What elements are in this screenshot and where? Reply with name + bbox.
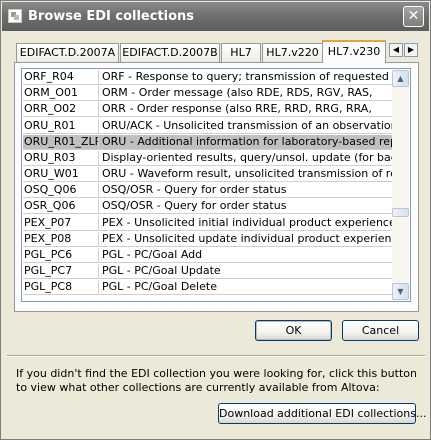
collection-code: PGL_PC8 bbox=[23, 280, 99, 294]
collection-code: ORM_O01 bbox=[23, 86, 99, 100]
collection-row[interactable]: ORU_R03 Display-oriented results, query/… bbox=[23, 151, 393, 166]
collection-description: Display-oriented results, query/unsol. u… bbox=[102, 151, 393, 164]
collection-code: PEX_P08 bbox=[23, 232, 99, 246]
download-collections-button[interactable]: Download additional EDI collections... bbox=[218, 403, 426, 424]
collection-row[interactable]: ORU_R01 ORU/ACK - Unsolicited transmissi… bbox=[23, 119, 393, 134]
collection-code: PGL_PC7 bbox=[23, 264, 99, 278]
tab-scroll-right-icon[interactable]: ▶ bbox=[404, 43, 418, 57]
collection-code: ORU_R01 bbox=[23, 119, 99, 133]
collection-description: PEX - Unsolicited update individual prod… bbox=[102, 232, 393, 245]
collection-row[interactable]: PGL_PC7 PGL - PC/Goal Update bbox=[23, 264, 393, 279]
collection-code: ORU_R01_ZLR bbox=[24, 135, 99, 149]
list-vertical-scrollbar[interactable]: ▲ ▼ bbox=[392, 70, 409, 300]
collection-code: ORU_W01 bbox=[23, 167, 99, 181]
separator bbox=[7, 355, 425, 357]
scroll-up-icon[interactable]: ▲ bbox=[392, 70, 409, 87]
scrollbar-thumb[interactable] bbox=[392, 208, 409, 217]
collection-code: PGL_PC6 bbox=[23, 248, 99, 262]
ok-button[interactable]: OK bbox=[255, 320, 332, 341]
collection-description: OSQ/OSR - Query for order status bbox=[102, 199, 287, 212]
browse-edi-dialog: Browse EDI collections ✕ EDIFACT.D.2007A… bbox=[0, 0, 431, 440]
collection-description: ORM - Order message (also RDE, RDS, RGV,… bbox=[102, 86, 373, 99]
close-icon: ✕ bbox=[407, 8, 420, 24]
collection-row[interactable]: ORM_O01 ORM - Order message (also RDE, R… bbox=[23, 86, 393, 101]
collection-row[interactable]: ORR_O02 ORR - Order response (also RRE, … bbox=[23, 102, 393, 117]
close-button[interactable]: ✕ bbox=[403, 6, 424, 27]
window-app-icon bbox=[8, 9, 22, 23]
collection-description: PGL - PC/Goal Add bbox=[102, 248, 203, 261]
title-bar[interactable]: Browse EDI collections ✕ bbox=[2, 2, 429, 31]
collection-row[interactable]: OSR_Q06 OSQ/OSR - Query for order status bbox=[23, 199, 393, 214]
collection-code: ORU_R03 bbox=[23, 151, 99, 165]
collection-row[interactable]: PEX_P07 PEX - Unsolicited initial indivi… bbox=[23, 216, 393, 231]
collection-description: PEX - Unsolicited initial individual pro… bbox=[102, 216, 393, 229]
collection-row[interactable]: PGL_PC8 PGL - PC/Goal Delete bbox=[23, 280, 393, 295]
scroll-down-icon[interactable]: ▼ bbox=[392, 283, 409, 300]
collection-description: OSQ/OSR - Query for order status bbox=[102, 183, 287, 196]
collection-description: ORF - Response to query; transmission of… bbox=[102, 70, 393, 83]
tab-edifact-d2007b[interactable]: EDIFACT.D.2007B bbox=[120, 43, 220, 62]
collection-row[interactable]: ORF_R04 ORF - Response to query; transmi… bbox=[23, 70, 393, 85]
tab-edifact-d2007a[interactable]: EDIFACT.D.2007A bbox=[16, 43, 119, 62]
collection-code: PEX_P07 bbox=[23, 216, 99, 230]
collection-description: ORU - Additional information for laborat… bbox=[102, 135, 393, 148]
collection-code: ORF_R04 bbox=[23, 70, 99, 84]
tab-hl7-v220[interactable]: HL7.v220 bbox=[262, 43, 323, 62]
collection-row[interactable]: OSQ_Q06 OSQ/OSR - Query for order status bbox=[23, 183, 393, 198]
collection-description: ORR - Order response (also RRE, RRD, RRG… bbox=[102, 102, 372, 115]
window-title: Browse EDI collections bbox=[28, 9, 195, 24]
collection-code: OSQ_Q06 bbox=[23, 183, 99, 197]
collection-description: PGL - PC/Goal Update bbox=[102, 264, 221, 277]
collection-row[interactable]: PGL_PC6 PGL - PC/Goal Add bbox=[23, 248, 393, 263]
collection-code: OSR_Q06 bbox=[23, 199, 99, 213]
collection-row[interactable]: PEX_P08 PEX - Unsolicited update individ… bbox=[23, 232, 393, 247]
collection-code: ORR_O02 bbox=[23, 102, 99, 116]
collection-description: ORU/ACK - Unsolicited transmission of an… bbox=[102, 119, 393, 132]
cancel-button[interactable]: Cancel bbox=[342, 320, 419, 341]
tab-hl7-v230[interactable]: HL7.v230 bbox=[322, 40, 386, 63]
tab-scroll-left-icon[interactable]: ◀ bbox=[389, 43, 403, 57]
tab-hl7[interactable]: HL7 bbox=[221, 43, 261, 62]
collection-description: PGL - PC/Goal Delete bbox=[102, 280, 217, 293]
collection-description: ORU - Waveform result, unsolicited trans… bbox=[102, 167, 393, 180]
collection-row[interactable]: ORU_W01 ORU - Waveform result, unsolicit… bbox=[23, 167, 393, 182]
collections-list[interactable]: ORF_R04 ORF - Response to query; transmi… bbox=[21, 68, 411, 302]
download-info-text: If you didn't find the EDI collection yo… bbox=[16, 367, 417, 394]
collection-row-selected[interactable]: ORU_R01_ZLR ORU - Additional information… bbox=[23, 135, 393, 150]
